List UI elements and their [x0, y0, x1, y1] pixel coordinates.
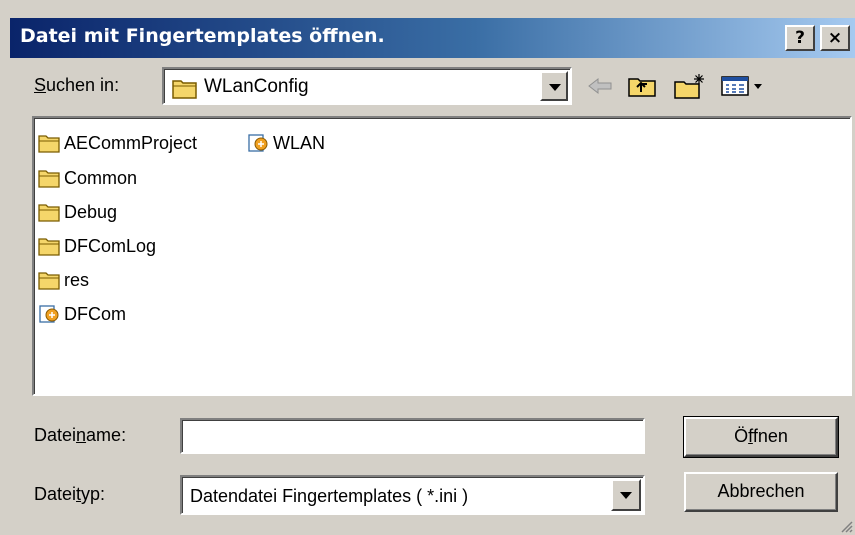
open-button[interactable]: Öffnen [683, 416, 839, 458]
filetype-value: Datendatei Fingertemplates ( *.ini ) [190, 486, 469, 506]
open-label-pre: Ö [734, 426, 749, 446]
list-item[interactable]: res [38, 267, 89, 293]
open-label-post: fnen [752, 426, 788, 446]
folder-icon [38, 170, 60, 188]
help-button[interactable]: ? [785, 25, 815, 51]
list-item[interactable]: Debug [38, 199, 117, 225]
list-item[interactable]: Common [38, 165, 137, 191]
title-bar[interactable]: Datei mit Fingertemplates öffnen. ? × [10, 18, 855, 58]
filetype-combo[interactable]: Datendatei Fingertemplates ( *.ini ) [180, 475, 645, 515]
filename-label-accel: n [76, 425, 87, 445]
lookin-label: Suchen in: [34, 75, 119, 96]
file-name: DFComLog [64, 235, 157, 256]
list-item[interactable]: DFCom [38, 301, 126, 327]
file-list[interactable]: AECommProject Common Debug DFComLog res … [32, 116, 852, 396]
filetype-label-post: yp: [81, 484, 106, 504]
folder-icon [172, 80, 197, 99]
filename-label-pre: Datei [34, 425, 77, 445]
window-title: Datei mit Fingertemplates öffnen. [20, 25, 385, 47]
list-item[interactable]: DFComLog [38, 233, 156, 259]
resize-grip-icon[interactable] [839, 519, 853, 533]
close-button[interactable]: × [820, 25, 850, 51]
file-open-dialog: Datei mit Fingertemplates öffnen. ? × Su… [0, 0, 855, 535]
folder-icon [38, 135, 60, 153]
back-arrow-icon[interactable] [583, 70, 617, 102]
list-item[interactable]: AECommProject [38, 130, 197, 156]
lookin-label-accel: S [34, 75, 47, 95]
project-file-icon [39, 305, 59, 323]
view-menu-icon[interactable] [717, 70, 769, 102]
filename-label-post: ame: [86, 425, 127, 445]
filetype-dropdown-button[interactable] [611, 479, 641, 511]
filetype-label: Dateityp: [34, 484, 105, 505]
file-name: res [64, 269, 90, 290]
file-name: AECommProject [64, 132, 198, 153]
lookin-combo[interactable]: WLanConfig [162, 67, 572, 105]
lookin-value: WLanConfig [204, 76, 309, 97]
cancel-button[interactable]: Abbrechen [684, 472, 838, 512]
folder-icon [38, 238, 60, 256]
lookin-label-text: uchen in: [46, 75, 120, 95]
filename-input[interactable] [180, 418, 645, 454]
project-file-icon [248, 134, 268, 152]
filename-label: Dateiname: [34, 425, 126, 446]
list-item[interactable]: WLAN [247, 130, 325, 156]
file-name: Common [64, 167, 138, 188]
file-name: WLAN [273, 132, 326, 153]
filetype-label-pre: Datei [34, 484, 77, 504]
folder-icon [38, 204, 60, 222]
up-folder-icon[interactable] [622, 70, 662, 102]
folder-icon [38, 272, 60, 290]
file-name: Debug [64, 201, 118, 222]
file-name: DFCom [64, 303, 126, 324]
lookin-dropdown-button[interactable] [540, 71, 568, 101]
new-folder-icon[interactable] [668, 70, 712, 102]
